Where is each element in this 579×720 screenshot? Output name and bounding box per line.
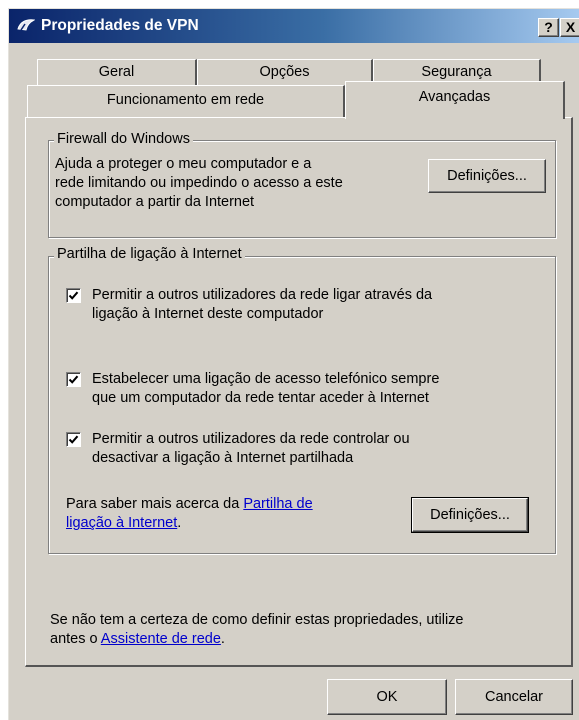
tab-avancadas[interactable]: Avançadas xyxy=(345,81,565,119)
ics-more-suffix: . xyxy=(177,515,182,531)
ok-button[interactable]: OK xyxy=(327,679,447,715)
network-wizard-link[interactable]: Assistente de rede xyxy=(101,631,221,647)
checkbox-label: Permitir a outros utilizadores da rede c… xyxy=(92,431,410,447)
window-title: Propriedades de VPN xyxy=(41,17,199,34)
ics-more-prefix: Para saber mais acerca da xyxy=(66,496,244,512)
footer-help-text: antes o Assistente de rede. xyxy=(50,630,225,649)
network-connection-icon xyxy=(17,19,35,31)
checkbox-label: ligação à Internet deste computador xyxy=(92,306,324,322)
ics-allow-connect-checkbox[interactable] xyxy=(66,288,81,303)
ics-more-info-text: Para saber mais acerca da Partilha de xyxy=(66,495,313,514)
checkbox-label: Permitir a outros utilizadores da rede l… xyxy=(92,287,433,303)
ics-allow-control-checkbox[interactable] xyxy=(66,432,81,447)
ics-group-title: Partilha de ligação à Internet xyxy=(54,246,245,262)
close-button[interactable]: X xyxy=(560,18,579,37)
checkbox-label: desactivar a ligação à Internet partilha… xyxy=(92,450,354,466)
tab-label: Geral xyxy=(98,64,135,80)
tab-label: Segurança xyxy=(421,64,492,80)
footer-suffix: . xyxy=(220,631,225,647)
dialog-window: Propriedades de VPN ? X Geral Opções Seg… xyxy=(8,8,579,720)
help-button[interactable]: ? xyxy=(538,18,559,37)
checkbox-label: Estabelecer uma ligação de acesso telefó… xyxy=(92,371,440,387)
tab-label: Opções xyxy=(259,64,310,80)
checkbox-label: que um computador da rede tentar aceder … xyxy=(92,390,429,406)
firewall-group-title: Firewall do Windows xyxy=(54,131,193,147)
firewall-description-line: rede limitando ou impedindo o acesso a e… xyxy=(55,175,343,191)
tab-funcionamento-em-rede[interactable]: Funcionamento em rede xyxy=(27,85,345,117)
tab-label: Funcionamento em rede xyxy=(106,92,265,108)
firewall-description-line: Ajuda a proteger o meu computador e a xyxy=(55,156,312,172)
tab-label: Avançadas xyxy=(418,89,491,105)
checkmark-icon xyxy=(68,435,79,444)
ics-help-link[interactable]: Partilha de xyxy=(243,496,312,512)
firewall-description-line: computador a partir da Internet xyxy=(55,194,255,210)
tab-geral[interactable]: Geral xyxy=(37,59,197,85)
cancel-button[interactable]: Cancelar xyxy=(455,679,573,715)
title-bar[interactable]: Propriedades de VPN ? X xyxy=(9,9,579,43)
checkmark-icon xyxy=(68,291,79,300)
footer-help-text: Se não tem a certeza de como definir est… xyxy=(50,612,464,628)
ics-help-link[interactable]: ligação à Internet xyxy=(66,515,177,531)
ics-more-info-text: ligação à Internet. xyxy=(66,514,181,533)
firewall-settings-button[interactable]: Definições... xyxy=(428,159,546,193)
checkmark-icon xyxy=(68,375,79,384)
ics-settings-button[interactable]: Definições... xyxy=(411,497,529,533)
footer-prefix: antes o xyxy=(50,631,101,647)
tab-panel-avancadas: Firewall do Windows Ajuda a proteger o m… xyxy=(25,117,573,667)
ics-dial-on-demand-checkbox[interactable] xyxy=(66,372,81,387)
